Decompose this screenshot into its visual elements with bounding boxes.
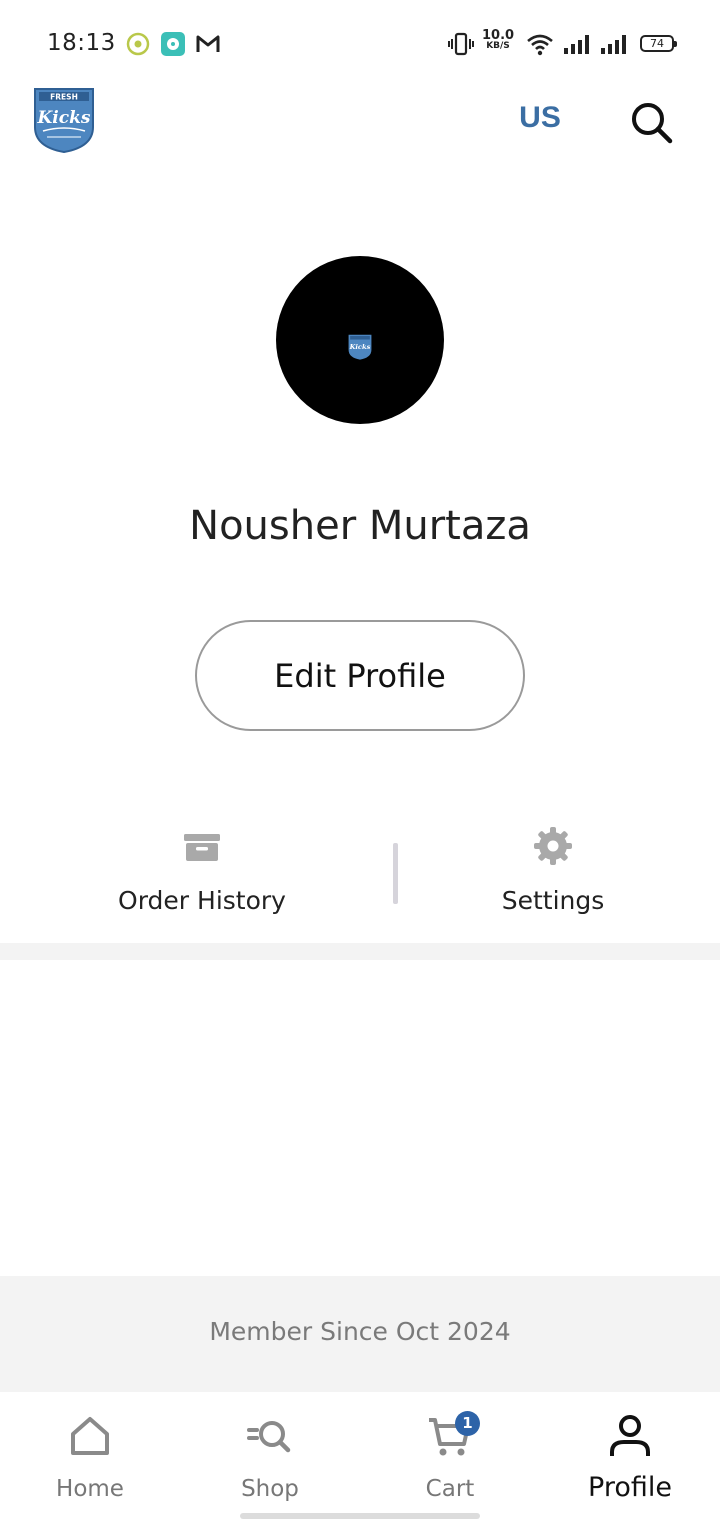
svg-text:Kicks: Kicks	[349, 343, 371, 351]
svg-text:Kicks: Kicks	[37, 108, 91, 128]
settings-option[interactable]: Settings	[423, 820, 683, 925]
nav-profile[interactable]: Profile	[540, 1392, 720, 1520]
profile-avatar[interactable]: Kicks	[276, 256, 444, 424]
nav-shop[interactable]: Shop	[180, 1392, 360, 1520]
nav-home-label: Home	[56, 1476, 124, 1502]
options-divider	[393, 843, 398, 904]
order-history-label: Order History	[118, 886, 286, 915]
status-bar: 18:13 10.0 KB/S 74	[0, 0, 720, 88]
section-separator	[0, 943, 720, 960]
signal-icon	[601, 35, 626, 54]
nav-profile-label: Profile	[588, 1472, 672, 1503]
nav-cart-label: Cart	[425, 1476, 475, 1502]
bottom-navigation: Home Shop Cart Profile	[0, 1392, 720, 1520]
home-indicator[interactable]	[240, 1513, 480, 1519]
svg-text:FRESH: FRESH	[50, 93, 78, 102]
home-icon	[71, 1417, 109, 1455]
avatar-logo: Kicks	[348, 334, 372, 360]
nav-cart[interactable]: Cart	[360, 1392, 540, 1520]
cart-count-badge: 1	[455, 1411, 480, 1436]
user-name: Nousher Murtaza	[189, 503, 531, 549]
edit-profile-button[interactable]: Edit Profile	[195, 620, 525, 731]
status-time: 18:13	[47, 30, 116, 56]
fresh-kicks-logo[interactable]: FRESH Kicks	[31, 87, 97, 153]
archive-box-icon	[184, 834, 220, 861]
search-icon[interactable]	[628, 99, 674, 145]
wifi-icon	[527, 34, 553, 56]
nav-home[interactable]: Home	[0, 1392, 180, 1520]
settings-label: Settings	[501, 886, 605, 915]
shop-search-icon	[247, 1421, 291, 1453]
vibrate-icon	[448, 32, 474, 56]
gmail-icon	[196, 35, 220, 52]
user-icon	[610, 1415, 650, 1456]
network-speed: 10.0 KB/S	[482, 28, 515, 51]
order-history-option[interactable]: Order History	[72, 820, 332, 925]
nav-shop-label: Shop	[241, 1476, 299, 1502]
member-since-text: Member Since Oct 2024	[209, 1317, 511, 1346]
gear-icon	[534, 827, 572, 865]
signal-icon	[564, 35, 589, 54]
region-selector[interactable]: US	[506, 101, 574, 135]
record-icon	[126, 32, 150, 56]
chat-app-icon	[161, 32, 185, 56]
battery-indicator: 74	[640, 35, 677, 52]
